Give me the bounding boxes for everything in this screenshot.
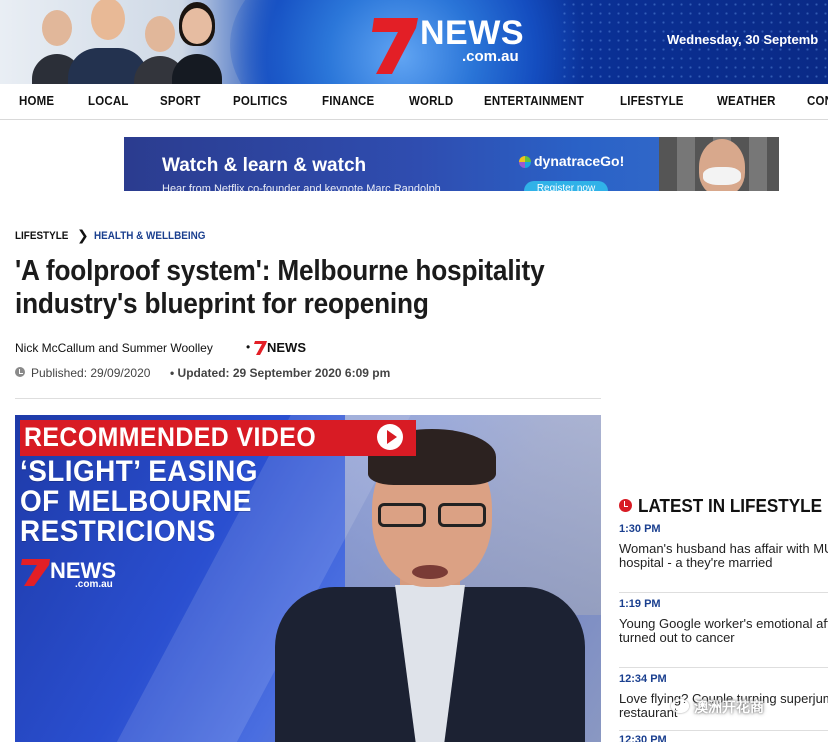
- seven-logo-icon: [21, 559, 50, 586]
- site-logo-text[interactable]: NEWS: [420, 16, 524, 50]
- wechat-icon: [671, 699, 689, 713]
- nav-item-finance[interactable]: FINANCE: [322, 94, 374, 108]
- watermark-text: 澳洲开花商: [694, 699, 764, 715]
- ad-register-button[interactable]: Register now: [524, 181, 608, 191]
- nav-item-weather[interactable]: WEATHER: [717, 94, 776, 108]
- video-caption-line: RESTRICIONS: [20, 515, 216, 548]
- latest-item-time: 1:30 PM: [619, 523, 661, 535]
- main-nav: HOME LOCAL SPORT POLITICS FINANCE WORLD …: [0, 84, 828, 120]
- latest-item-headline[interactable]: Woman's husband has affair with MUM whil…: [619, 542, 828, 570]
- nav-item-politics[interactable]: POLITICS: [233, 94, 288, 108]
- latest-section-title: LATEST IN LIFESTYLE: [638, 496, 822, 516]
- divider: [15, 398, 601, 399]
- play-icon[interactable]: [377, 424, 403, 450]
- seven-logo-icon: [254, 341, 267, 355]
- byline-separator: •: [246, 340, 251, 354]
- video-caption-line: OF MELBOURNE: [20, 485, 252, 518]
- ad-headline: Watch & learn & watch: [162, 155, 367, 176]
- video-caption-line: ‘SLIGHT’ EASING: [20, 455, 258, 488]
- nav-item-world[interactable]: WORLD: [409, 94, 453, 108]
- nav-item-community[interactable]: CON: [807, 94, 828, 108]
- recommended-video-label: RECOMMENDED VIDEO: [24, 422, 317, 452]
- updated-date: • Updated: 29 September 2020 6:09 pm: [170, 366, 391, 380]
- nav-item-lifestyle[interactable]: LIFESTYLE: [620, 94, 684, 108]
- nav-item-home[interactable]: HOME: [19, 94, 54, 108]
- dynatrace-icon: [519, 156, 531, 168]
- latest-item[interactable]: 1:30 PM Woman's husband has affair with …: [619, 523, 828, 593]
- latest-item[interactable]: 12:30 PM: [619, 734, 828, 742]
- presenter-image: [172, 2, 222, 84]
- breadcrumb-health-wellbeing[interactable]: HEALTH & WELLBEING: [94, 230, 205, 242]
- ad-subline: Hear from Netflix co-founder and keynote…: [162, 183, 441, 191]
- divider: [619, 592, 828, 593]
- ad-brand: dynatraceGo!: [534, 153, 625, 169]
- latest-item-time: 1:19 PM: [619, 598, 661, 610]
- ad-person-image: [699, 139, 745, 191]
- article-headline: 'A foolproof system': Melbourne hospital…: [15, 255, 545, 320]
- site-header-banner: NEWS .com.au Wednesday, 30 Septemb: [0, 0, 828, 84]
- nav-item-entertainment[interactable]: ENTERTAINMENT: [484, 94, 584, 108]
- latest-item-headline[interactable]: Young Google worker's emotional after 'b…: [619, 617, 828, 645]
- published-date: Published: 29/09/2020: [31, 366, 151, 380]
- latest-item[interactable]: 1:19 PM Young Google worker's emotional …: [619, 598, 828, 668]
- site-logo-sub: .com.au: [462, 48, 519, 65]
- clock-icon: [619, 499, 632, 512]
- article-authors: Nick McCallum and Summer Woolley: [15, 341, 213, 355]
- video-person-image: [260, 415, 601, 742]
- clock-icon: [15, 367, 25, 377]
- seven-logo-icon[interactable]: [370, 14, 420, 76]
- byline-brand: NEWS: [267, 340, 306, 355]
- breadcrumb-chevron-icon: ❯: [77, 227, 89, 243]
- breadcrumb-lifestyle[interactable]: LIFESTYLE: [15, 230, 68, 242]
- advertisement-banner[interactable]: Watch & learn & watch Hear from Netflix …: [124, 137, 779, 191]
- nav-item-local[interactable]: LOCAL: [88, 94, 129, 108]
- nav-item-sport[interactable]: SPORT: [160, 94, 201, 108]
- latest-item-time: 12:30 PM: [619, 734, 667, 742]
- divider: [619, 730, 828, 731]
- recommended-video-player[interactable]: RECOMMENDED VIDEO ‘SLIGHT’ EASING OF MEL…: [15, 415, 601, 742]
- divider: [619, 667, 828, 668]
- latest-item-time: 12:34 PM: [619, 673, 667, 685]
- header-date: Wednesday, 30 Septemb: [667, 32, 819, 47]
- video-logo-sub: .com.au: [75, 579, 113, 590]
- video-caption: ‘SLIGHT’ EASING OF MELBOURNE RESTRICIONS: [20, 457, 258, 547]
